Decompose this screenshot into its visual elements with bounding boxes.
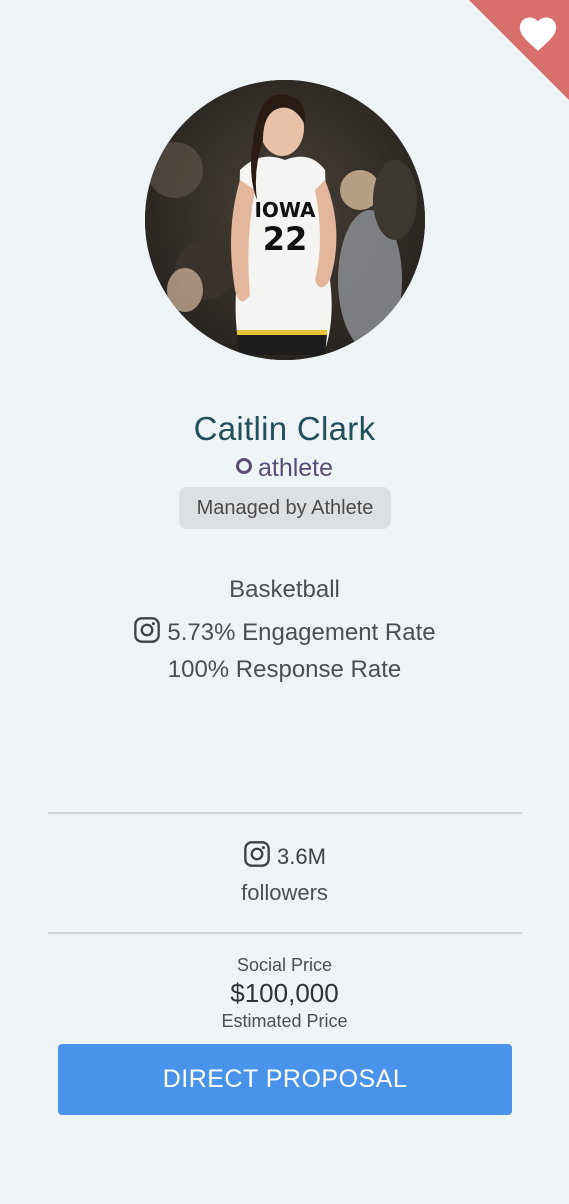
- response-rate: 100% Response Rate: [167, 656, 402, 683]
- instagram-icon: [244, 841, 270, 867]
- heart-icon[interactable]: [516, 12, 560, 52]
- divider: [48, 932, 522, 934]
- followers-count: 3.6M: [277, 844, 326, 869]
- followers-stat: 3.6M: [0, 840, 569, 870]
- role-label: athlete: [257, 454, 334, 482]
- athlete-role: athlete: [0, 454, 569, 483]
- direct-proposal-button[interactable]: DIRECT PROPOSAL: [58, 1044, 512, 1115]
- athlete-name: Caitlin Clark: [193, 410, 376, 447]
- athlete-photo: IOWA 22: [145, 80, 425, 360]
- price-label: Social Price: [236, 955, 333, 975]
- sport-label: Basketball: [229, 576, 340, 603]
- followers-label: followers: [241, 880, 328, 905]
- engagement-rate: 5.73% Engagement Rate: [167, 619, 436, 646]
- role-dot-icon: [235, 458, 252, 474]
- engagement-stat: 5.73% Engagement Rate: [0, 616, 569, 647]
- athlete-card: IOWA 22 Caitlin Clark athlete Managed by…: [0, 0, 569, 1204]
- managed-badge: Managed by Athlete: [179, 487, 391, 529]
- jersey-number: 22: [263, 220, 308, 258]
- price-value: $100,000: [230, 978, 339, 1008]
- instagram-icon: [134, 617, 161, 643]
- price-note: Estimated Price: [221, 1011, 348, 1031]
- divider: [48, 812, 522, 814]
- jersey-team: IOWA: [254, 198, 316, 222]
